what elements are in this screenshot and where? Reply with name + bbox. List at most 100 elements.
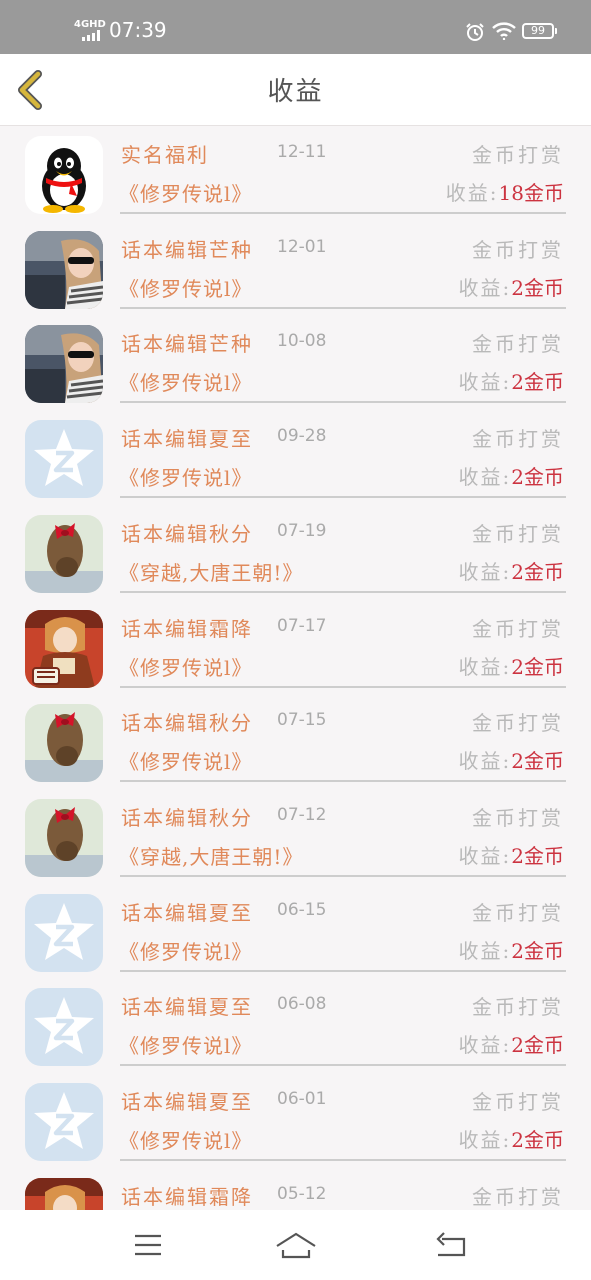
earning: 收益:2金币 — [459, 366, 564, 395]
divider — [120, 306, 566, 309]
avatar[interactable] — [25, 514, 103, 593]
sender-name[interactable]: 话本编辑夏至 — [121, 1086, 253, 1115]
date: 09-28 — [277, 426, 327, 447]
earnings-row[interactable]: 话本编辑夏至 06-15 金币打赏 《修罗传说l》 收益:2金币 — [0, 885, 591, 980]
earning-label: 收益: — [458, 654, 512, 679]
earning: 收益:2金币 — [459, 272, 564, 301]
reward-type: 金币打赏 — [472, 521, 564, 546]
divider — [120, 496, 566, 499]
avatar[interactable] — [25, 420, 103, 499]
book-title[interactable]: 《穿越,大唐王朝!》 — [119, 841, 303, 870]
divider — [120, 874, 566, 877]
earnings-row[interactable]: 实名福利 12-11 金币打赏 《修罗传说l》 收益:18金币 — [0, 127, 591, 222]
reward-type: 金币打赏 — [472, 995, 564, 1020]
battery-indicator: 99 — [522, 23, 557, 39]
divider — [120, 590, 566, 593]
sender-name[interactable]: 话本编辑芒种 — [121, 328, 253, 357]
return-button[interactable] — [430, 1228, 470, 1262]
avatar[interactable] — [25, 136, 103, 214]
earnings-row[interactable]: 话本编辑芒种 10-08 金币打赏 《修罗传说l》 收益:2金币 — [0, 316, 591, 411]
earnings-row[interactable]: 话本编辑秋分 07-15 金币打赏 《修罗传说l》 收益:2金币 — [0, 695, 591, 790]
book-title[interactable]: 《修罗传说l》 — [119, 652, 252, 681]
date: 06-08 — [277, 994, 327, 1015]
sender-name[interactable]: 话本编辑夏至 — [121, 897, 253, 926]
avatar[interactable] — [25, 893, 103, 972]
earning: 收益:2金币 — [459, 651, 564, 680]
divider — [120, 780, 566, 783]
earning: 收益:2金币 — [459, 840, 564, 869]
sender-name[interactable]: 实名福利 — [121, 139, 209, 168]
date: 10-08 — [277, 331, 327, 352]
navigation-bar — [0, 1210, 591, 1280]
earning-value: 2金币 — [511, 275, 564, 300]
sender-name[interactable]: 话本编辑秋分 — [121, 802, 253, 831]
reward-type: 金币打赏 — [472, 332, 564, 357]
reward-type: 金币打赏 — [472, 805, 564, 830]
earning-label: 收益: — [458, 843, 512, 868]
sender-name[interactable]: 话本编辑霜降 — [121, 613, 253, 642]
earning-label: 收益: — [458, 465, 512, 490]
menu-button[interactable] — [128, 1228, 168, 1262]
reward-type: 金币打赏 — [472, 711, 564, 736]
divider — [120, 1159, 566, 1161]
avatar[interactable] — [25, 325, 103, 404]
title-bar: 收益 — [0, 54, 591, 126]
earning-value: 2金币 — [511, 465, 564, 490]
date: 07-17 — [277, 615, 327, 636]
date: 06-01 — [277, 1089, 327, 1109]
date: 06-15 — [277, 899, 327, 920]
home-button[interactable] — [275, 1228, 317, 1262]
earnings-row[interactable]: 话本编辑夏至 09-28 金币打赏 《修罗传说l》 收益:2金币 — [0, 411, 591, 506]
date: 12-01 — [277, 236, 327, 257]
earning-value: 2金币 — [511, 1128, 564, 1152]
earnings-row[interactable]: 话本编辑夏至 06-01 金币打赏 《修罗传说l》 收益:2金币 — [0, 1074, 591, 1169]
avatar[interactable] — [25, 704, 103, 783]
book-title[interactable]: 《修罗传说l》 — [119, 1125, 252, 1154]
earning-value: 18金币 — [498, 181, 564, 205]
reward-type: 金币打赏 — [472, 237, 564, 262]
sender-name[interactable]: 话本编辑秋分 — [121, 518, 253, 547]
earning: 收益:2金币 — [459, 556, 564, 585]
avatar[interactable] — [25, 1177, 103, 1210]
earnings-row[interactable]: 话本编辑秋分 07-19 金币打赏 《穿越,大唐王朝!》 收益:2金币 — [0, 506, 591, 601]
earnings-row[interactable]: 话本编辑芒种 12-01 金币打赏 《修罗传说l》 收益:2金币 — [0, 222, 591, 317]
earning: 收益:2金币 — [459, 1124, 564, 1153]
earning-label: 收益: — [458, 275, 512, 300]
reward-type: 金币打赏 — [472, 143, 564, 167]
earnings-row[interactable]: 话本编辑霜降 07-17 金币打赏 《修罗传说l》 收益:2金币 — [0, 601, 591, 696]
divider — [120, 1064, 566, 1067]
date: 07-15 — [277, 710, 327, 731]
sender-name[interactable]: 话本编辑霜降 — [121, 1181, 253, 1210]
book-title[interactable]: 《修罗传说l》 — [119, 273, 252, 302]
earnings-row[interactable]: 话本编辑夏至 06-08 金币打赏 《修罗传说l》 收益:2金币 — [0, 979, 591, 1074]
avatar[interactable] — [25, 988, 103, 1067]
reward-type: 金币打赏 — [472, 1184, 564, 1209]
avatar[interactable] — [25, 798, 103, 877]
earning-label: 收益: — [458, 559, 512, 584]
sender-name[interactable]: 话本编辑秋分 — [121, 707, 253, 736]
earning: 收益:2金币 — [459, 1029, 564, 1058]
earnings-row[interactable]: 话本编辑霜降 05-12 金币打赏 — [0, 1169, 591, 1210]
date: 05-12 — [277, 1183, 327, 1204]
book-title[interactable]: 《修罗传说l》 — [119, 462, 252, 491]
earning-value: 2金币 — [511, 843, 564, 868]
earning-value: 2金币 — [511, 654, 564, 679]
book-title[interactable]: 《修罗传说l》 — [119, 178, 252, 207]
book-title[interactable]: 《修罗传说l》 — [119, 1030, 252, 1059]
book-title[interactable]: 《修罗传说l》 — [119, 936, 252, 965]
earnings-row[interactable]: 话本编辑秋分 07-12 金币打赏 《穿越,大唐王朝!》 收益:2金币 — [0, 790, 591, 885]
book-title[interactable]: 《穿越,大唐王朝!》 — [119, 557, 303, 586]
earning-label: 收益: — [458, 1033, 512, 1058]
avatar[interactable] — [25, 1083, 103, 1161]
earning: 收益:2金币 — [459, 935, 564, 964]
avatar[interactable] — [25, 230, 103, 309]
avatar[interactable] — [25, 609, 103, 688]
earning: 收益:2金币 — [459, 461, 564, 490]
book-title[interactable]: 《修罗传说l》 — [119, 746, 252, 775]
sender-name[interactable]: 话本编辑夏至 — [121, 991, 253, 1020]
book-title[interactable]: 《修罗传说l》 — [119, 367, 252, 396]
earning-label: 收益: — [458, 749, 512, 774]
reward-type: 金币打赏 — [472, 616, 564, 641]
sender-name[interactable]: 话本编辑芒种 — [121, 234, 253, 263]
sender-name[interactable]: 话本编辑夏至 — [121, 423, 253, 452]
